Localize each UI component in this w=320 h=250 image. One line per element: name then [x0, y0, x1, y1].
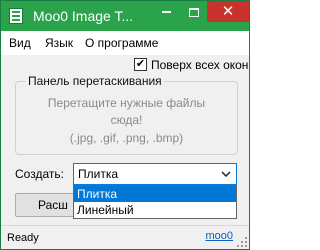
close-button[interactable]: ✕	[207, 1, 249, 22]
app-window: Moo0 Image T... ✕ Вид Язык О программе ✔…	[0, 0, 250, 250]
window-title: Moo0 Image T...	[33, 8, 134, 24]
maximize-button[interactable]	[180, 1, 207, 22]
always-on-top-label[interactable]: Поверх всех окон	[151, 58, 248, 72]
always-on-top-checkbox[interactable]: ✔	[134, 58, 147, 71]
create-mode-select[interactable]: Плитка	[73, 163, 237, 185]
moo0-link[interactable]: moo0	[205, 230, 233, 242]
checkmark-icon: ✔	[135, 58, 146, 70]
menu-bar: Вид Язык О программе	[1, 31, 249, 55]
resize-grip-icon[interactable]	[237, 237, 247, 247]
drop-zone-hint-line-1: Перетащите нужные файлы	[47, 96, 206, 110]
status-text: Ready	[7, 232, 39, 244]
create-mode-dropdown-list: Плитка Линейный	[73, 185, 237, 219]
drop-zone-formats: (.jpg, .gif, .png, .bmp)	[69, 131, 184, 145]
app-icon[interactable]	[9, 8, 23, 24]
title-bar[interactable]: Moo0 Image T... ✕	[1, 1, 249, 31]
drop-zone-panel[interactable]: Панель перетаскивания Перетащите нужные …	[15, 74, 238, 155]
drop-zone-title: Панель перетаскивания	[26, 74, 164, 88]
minimize-button[interactable]	[152, 1, 180, 22]
action-button-label: Расш	[38, 198, 68, 212]
close-icon: ✕	[221, 3, 235, 20]
menu-about[interactable]: О программе	[85, 36, 158, 50]
maximize-icon	[188, 7, 199, 17]
dropdown-option-tile[interactable]: Плитка	[74, 186, 236, 202]
create-mode-selected-value: Плитка	[78, 167, 119, 181]
menu-view[interactable]: Вид	[9, 36, 31, 50]
menu-language[interactable]: Язык	[45, 36, 73, 50]
status-bar: Ready moo0	[1, 225, 249, 249]
action-button[interactable]: Расш	[15, 193, 80, 217]
chevron-down-icon[interactable]	[216, 164, 236, 184]
drop-zone-hint-line-2: сюда!	[110, 113, 143, 127]
dropdown-option-linear[interactable]: Линейный	[74, 202, 236, 218]
minimize-icon	[161, 11, 171, 14]
create-label: Создать:	[15, 167, 64, 181]
